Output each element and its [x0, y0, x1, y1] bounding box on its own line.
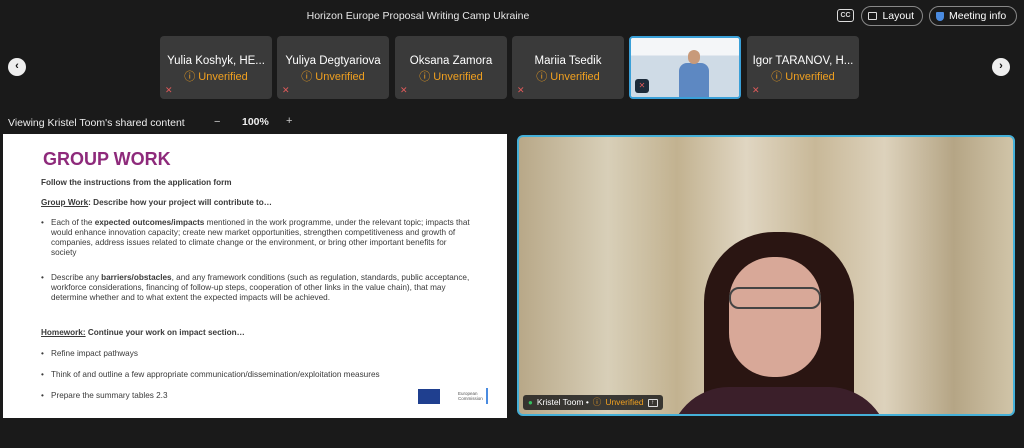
slide-bullet: Describe any barriers/obstacles, and any… [41, 273, 473, 303]
participant-tile[interactable]: Yuliya Degtyariova ⓘ Unverified ✕ [277, 36, 389, 99]
slide-bullet: Each of the expected outcomes/impacts me… [41, 218, 473, 258]
active-speaker-video[interactable]: ● Kristel Toom • ⓘ Unverified ↑ [517, 135, 1015, 416]
participant-tile[interactable]: Igor TARANOV, H... ⓘ Unverified ✕ [747, 36, 859, 99]
logo-bar [486, 388, 488, 404]
person-body [679, 63, 709, 97]
homework-line: Homework: Continue your work on impact s… [41, 328, 245, 338]
mic-icon: ● [528, 398, 533, 407]
participant-strip: ‹ Yulia Koshyk, HE... ⓘ Unverified ✕ Yul… [0, 36, 1024, 100]
speaker-body [669, 387, 889, 414]
captions-button[interactable]: CC [837, 9, 854, 22]
homework-text: Continue your work on impact section… [85, 328, 245, 337]
group-work-line: Group Work: Describe how your project wi… [41, 198, 272, 208]
eu-flag-icon [418, 389, 440, 404]
participant-tile[interactable]: Oksana Zamora ⓘ Unverified ✕ [395, 36, 507, 99]
participant-name: Yuliya Degtyariova [285, 55, 381, 67]
slide-bullet: Prepare the summary tables 2.3 [41, 391, 473, 401]
zoom-out-button[interactable]: − [214, 116, 220, 128]
participant-name: Oksana Zamora [409, 55, 493, 67]
speaker-name: Kristel Toom • [536, 397, 589, 407]
speaker-glasses [729, 287, 821, 309]
homework-heading: Homework: [41, 328, 86, 337]
layout-button[interactable]: Layout [861, 6, 923, 26]
shared-content-bar: Viewing Kristel Toom's shared content [8, 116, 185, 130]
slide-title: GROUP WORK [43, 149, 171, 169]
viewing-label: Viewing Kristel Toom's shared content [8, 117, 185, 129]
participant-status: ⓘ Unverified [419, 71, 483, 83]
meeting-info-button[interactable]: Meeting info [929, 6, 1017, 26]
participant-name: Yulia Koshyk, HE... [167, 55, 265, 67]
mic-muted-icon: ✕ [400, 85, 408, 95]
slide-bullet: Refine impact pathways [41, 349, 473, 359]
bullet-text: Describe any [51, 273, 102, 282]
layout-label: Layout [882, 10, 914, 22]
group-work-text: : Describe how your project will contrib… [88, 198, 272, 207]
group-work-heading: Group Work [41, 198, 89, 207]
participant-status-text: Unverified [550, 71, 600, 83]
bullet-text: Each of the [51, 218, 95, 227]
participant-status-text: Unverified [785, 71, 835, 83]
slide-bullet: Think of and outline a few appropriate c… [41, 370, 473, 380]
participant-status-text: Unverified [198, 71, 248, 83]
participant-status: ⓘ Unverified [301, 71, 365, 83]
meeting-info-label: Meeting info [949, 10, 1007, 22]
participant-status: ⓘ Unverified [771, 71, 835, 83]
zoom-in-button[interactable]: + [286, 115, 292, 127]
bullet-bold: barriers/obstacles [101, 273, 172, 282]
mic-muted-icon: ✕ [165, 85, 173, 95]
european-commission-logo: European Commission [418, 386, 490, 406]
person-head [688, 50, 700, 64]
participant-tile[interactable]: Mariia Tsedik ⓘ Unverified ✕ [512, 36, 624, 99]
participant-status-text: Unverified [315, 71, 365, 83]
chevron-left-icon[interactable]: ‹ [8, 58, 26, 76]
logo-text: European Commission [458, 391, 483, 401]
warning-circle-icon: ⓘ [592, 397, 602, 407]
meeting-title: Horizon Europe Proposal Writing Camp Ukr… [306, 10, 530, 22]
participant-tile[interactable]: Yulia Koshyk, HE... ⓘ Unverified ✕ [160, 36, 272, 99]
participant-name: Mariia Tsedik [534, 55, 602, 67]
mic-muted-icon: ✕ [635, 79, 649, 93]
bullet-bold: expected outcomes/impacts [94, 218, 205, 227]
participant-status: ⓘ Unverified [184, 71, 248, 83]
mic-muted-icon: ✕ [752, 85, 760, 95]
participant-video [679, 50, 709, 97]
participant-status: ⓘ Unverified [536, 71, 600, 83]
slide-instruction: Follow the instructions from the applica… [41, 178, 232, 187]
zoom-level: 100% [242, 116, 269, 128]
participant-video-tile[interactable]: ✕ [629, 36, 741, 99]
layout-icon [868, 12, 878, 20]
speaker-face [729, 257, 821, 377]
logo-text-line: Commission [458, 396, 483, 401]
pin-icon[interactable]: ↑ [647, 398, 658, 407]
shield-icon [936, 11, 944, 21]
mic-muted-icon: ✕ [517, 85, 525, 95]
shared-slide: GROUP WORK Follow the instructions from … [3, 134, 507, 418]
top-bar: Horizon Europe Proposal Writing Camp Ukr… [0, 0, 1024, 32]
chevron-right-icon[interactable]: › [992, 58, 1010, 76]
mic-muted-icon: ✕ [282, 85, 290, 95]
speaker-name-tag: ● Kristel Toom • ⓘ Unverified ↑ [523, 395, 663, 410]
participant-status-text: Unverified [433, 71, 483, 83]
speaker-status: Unverified [605, 397, 644, 407]
participant-name: Igor TARANOV, H... [752, 55, 854, 67]
